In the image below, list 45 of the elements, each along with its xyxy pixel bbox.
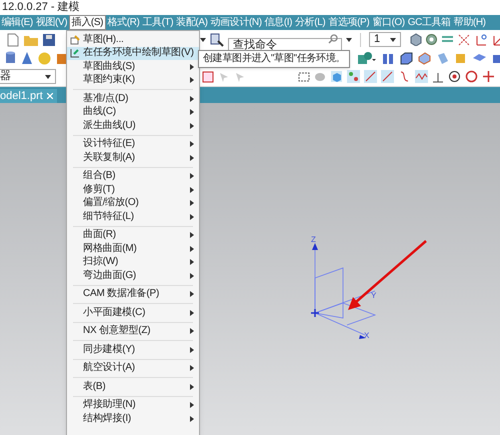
menu-item[interactable]: GC工具箱 bbox=[406, 15, 452, 30]
menu-item[interactable]: 航空设计(A) bbox=[67, 362, 199, 375]
layer-combo[interactable]: 1 bbox=[369, 32, 401, 47]
axis-label: X bbox=[364, 331, 370, 339]
menu-item[interactable]: 结构焊接(I) bbox=[67, 412, 199, 426]
menu-item[interactable]: 细节特征(L) bbox=[67, 210, 199, 224]
menu-item[interactable]: 派生曲线(U) bbox=[67, 119, 199, 132]
menu-item[interactable]: 组合(B) bbox=[67, 170, 199, 183]
menu-item[interactable]: 窗口(O) bbox=[370, 15, 406, 30]
menu-item[interactable]: 焊接助理(N) bbox=[67, 398, 199, 412]
menu-item[interactable]: 格式(R) bbox=[106, 15, 141, 30]
axis-label: Y bbox=[371, 291, 376, 300]
menu-item[interactable]: 曲线(C) bbox=[67, 106, 199, 119]
menu-item[interactable]: 信息(I) bbox=[263, 15, 294, 30]
menu-item[interactable]: 小平面建模(C) bbox=[67, 306, 199, 320]
menu-item[interactable]: 设计特征(E) bbox=[67, 138, 199, 151]
tooltip-text: 创建草图并进入"草图"任务环境。 bbox=[203, 54, 346, 64]
menu-item[interactable]: 装配(A) bbox=[174, 15, 210, 30]
menu-item[interactable]: CAM 数据准备(P) bbox=[67, 288, 199, 301]
menu-item[interactable]: 曲面(R) bbox=[67, 228, 199, 242]
menu-item[interactable]: 草图(H)... bbox=[67, 33, 199, 46]
menu-item[interactable]: 插入(S) bbox=[68, 15, 106, 30]
menu-item[interactable]: 网格曲面(M) bbox=[67, 242, 199, 256]
menu-item[interactable]: 弯边曲面(G) bbox=[67, 269, 199, 282]
menu-item[interactable]: 工具(T) bbox=[140, 15, 175, 30]
menu-item[interactable]: 同步建模(Y) bbox=[67, 343, 199, 356]
menu-item[interactable]: 草图曲线(S) bbox=[67, 60, 199, 74]
menu-item[interactable]: 动画设计(N) bbox=[209, 15, 264, 30]
menu-item[interactable]: 视图(V) bbox=[34, 15, 69, 30]
menu-item[interactable]: 帮助(H) bbox=[452, 15, 488, 30]
window-title: 12.0.0.27 - 建模 bbox=[2, 2, 80, 13]
menu-item[interactable]: 在任务环境中绘制草图(V) bbox=[67, 46, 199, 60]
menu-item[interactable]: 修剪(T) bbox=[67, 183, 199, 196]
menu-item[interactable]: 表(B) bbox=[67, 380, 199, 394]
axis-label: Z bbox=[311, 235, 316, 244]
menu-item[interactable]: 编辑(E) bbox=[0, 15, 34, 30]
menu-item[interactable]: 基准/点(D) bbox=[67, 92, 199, 106]
menu-item[interactable]: 首选项(P) bbox=[326, 15, 371, 30]
menu-item[interactable]: 分析(L) bbox=[294, 15, 327, 30]
menu-item[interactable]: 关联复制(A) bbox=[67, 151, 199, 164]
filter-combo[interactable]: 器 bbox=[0, 69, 56, 84]
menu-item[interactable]: 偏置/缩放(O) bbox=[67, 196, 199, 210]
menu-item[interactable]: 扫掠(W) bbox=[67, 256, 199, 269]
menu-item[interactable]: NX 创意塑型(Z) bbox=[67, 324, 199, 338]
menu-item[interactable]: 草图约束(K) bbox=[67, 74, 199, 87]
